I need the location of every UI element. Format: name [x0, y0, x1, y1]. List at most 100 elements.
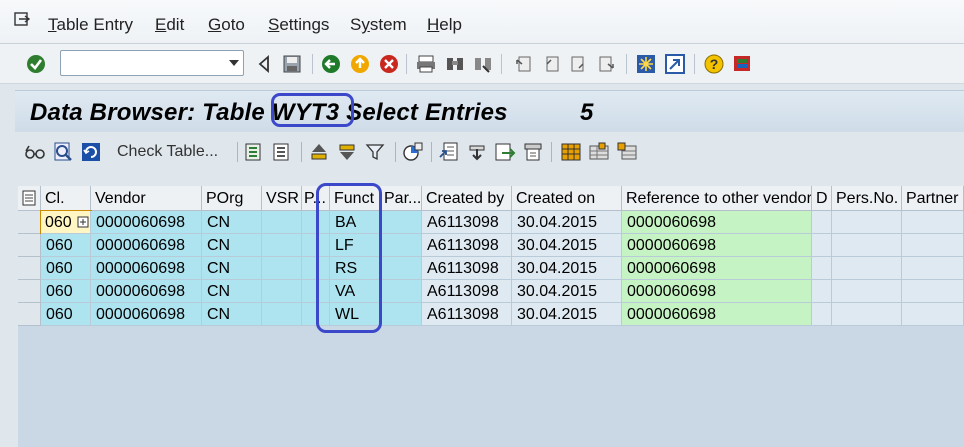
table-cell-funct[interactable]: VA — [330, 280, 380, 303]
spreadsheet-icon[interactable] — [493, 140, 517, 164]
col-header-p[interactable]: P... — [302, 186, 330, 211]
glasses-icon[interactable] — [23, 140, 47, 164]
table-cell-created-by[interactable]: A6113098 — [422, 303, 512, 326]
table-cell-p[interactable] — [302, 234, 330, 257]
select-all-column-icon[interactable] — [18, 186, 41, 211]
table-cell-par[interactable] — [380, 280, 422, 303]
table-cell-d[interactable] — [812, 211, 832, 234]
back-green-icon[interactable] — [319, 52, 343, 76]
table-cell-reference-vendor[interactable]: 0000060698 — [622, 303, 812, 326]
row-selector[interactable] — [18, 280, 41, 303]
find-icon[interactable] — [443, 52, 467, 76]
table-cell-vsr[interactable] — [262, 280, 302, 303]
col-header-par[interactable]: Par... — [380, 186, 422, 211]
table-cell-porg[interactable]: CN — [202, 257, 262, 280]
table-cell-client[interactable]: 060 — [40, 210, 92, 235]
back-icon[interactable] — [252, 52, 276, 76]
new-session-icon[interactable] — [634, 52, 658, 76]
check-table-button[interactable]: Check Table... — [117, 143, 218, 161]
deselect-all-icon[interactable] — [269, 140, 293, 164]
table-cell-partner[interactable] — [902, 303, 964, 326]
table-cell-partner[interactable] — [902, 257, 964, 280]
table-cell-porg[interactable]: CN — [202, 303, 262, 326]
col-header-vsr[interactable]: VSR — [262, 186, 302, 211]
table-cell-d[interactable] — [812, 303, 832, 326]
print-preview-icon[interactable] — [521, 140, 545, 164]
download-icon[interactable] — [465, 140, 489, 164]
table-cell-funct[interactable]: BA — [330, 211, 380, 234]
table-cell-pers-no[interactable] — [832, 303, 902, 326]
row-selector[interactable] — [18, 234, 41, 257]
col-header-vendor[interactable]: Vendor — [91, 186, 202, 211]
table-cell-client[interactable]: 060 — [41, 257, 91, 280]
exit-icon[interactable] — [348, 52, 372, 76]
table-cell-partner[interactable] — [902, 280, 964, 303]
refresh-icon[interactable] — [79, 140, 103, 164]
table-cell-funct[interactable]: RS — [330, 257, 380, 280]
chevron-down-icon[interactable] — [229, 60, 239, 66]
table-cell-client[interactable]: 060 — [41, 303, 91, 326]
sort-descending-icon[interactable] — [335, 140, 359, 164]
print-icon[interactable] — [414, 52, 438, 76]
row-selector[interactable] — [18, 211, 41, 234]
next-page-icon[interactable] — [567, 52, 591, 76]
table-cell-reference-vendor[interactable]: 0000060698 — [622, 280, 812, 303]
table-cell-porg[interactable]: CN — [202, 234, 262, 257]
table-cell-vendor[interactable]: 0000060698 — [91, 303, 202, 326]
table-cell-vendor[interactable]: 0000060698 — [91, 280, 202, 303]
save-icon[interactable] — [280, 52, 304, 76]
table-cell-partner[interactable] — [902, 234, 964, 257]
table-cell-porg[interactable]: CN — [202, 211, 262, 234]
col-header-created-on[interactable]: Created on — [512, 186, 622, 211]
shortcut-icon[interactable] — [663, 52, 687, 76]
first-page-icon[interactable] — [511, 52, 535, 76]
table-cell-vendor[interactable]: 0000060698 — [91, 211, 202, 234]
table-cell-d[interactable] — [812, 257, 832, 280]
col-header-funct[interactable]: Funct — [330, 186, 380, 211]
row-selector[interactable] — [18, 303, 41, 326]
table-cell-d[interactable] — [812, 280, 832, 303]
table-cell-created-on[interactable]: 30.04.2015 — [512, 303, 622, 326]
col-header-created-by[interactable]: Created by — [422, 186, 512, 211]
col-header-client[interactable]: Cl. — [41, 186, 91, 211]
filter-icon[interactable] — [363, 140, 387, 164]
menu-help[interactable]: Help — [427, 15, 462, 35]
table-cell-par[interactable] — [380, 211, 422, 234]
table-cell-vendor[interactable]: 0000060698 — [91, 234, 202, 257]
table-cell-d[interactable] — [812, 234, 832, 257]
table-cell-vsr[interactable] — [262, 211, 302, 234]
table-cell-par[interactable] — [380, 303, 422, 326]
col-header-partner[interactable]: Partner — [902, 186, 964, 211]
table-cell-funct[interactable]: WL — [330, 303, 380, 326]
table-cell-created-on[interactable]: 30.04.2015 — [512, 280, 622, 303]
table-cell-p[interactable] — [302, 280, 330, 303]
help-icon[interactable]: ? — [702, 52, 726, 76]
table-cell-created-on[interactable]: 30.04.2015 — [512, 234, 622, 257]
select-all-icon[interactable] — [241, 140, 265, 164]
menu-settings[interactable]: Settings — [268, 15, 329, 35]
table-cell-client[interactable]: 060 — [41, 234, 91, 257]
sort-ascending-icon[interactable] — [307, 140, 331, 164]
col-header-porg[interactable]: POrg — [202, 186, 262, 211]
menu-goto[interactable]: Goto — [208, 15, 245, 35]
table-cell-created-by[interactable]: A6113098 — [422, 280, 512, 303]
last-page-icon[interactable] — [595, 52, 619, 76]
table-cell-reference-vendor[interactable]: 0000060698 — [622, 211, 812, 234]
prev-page-icon[interactable] — [539, 52, 563, 76]
cancel-icon[interactable] — [377, 52, 401, 76]
table-cell-pers-no[interactable] — [832, 257, 902, 280]
col-header-d[interactable]: D — [812, 186, 832, 211]
table-cell-created-by[interactable]: A6113098 — [422, 211, 512, 234]
col-header-pers-no[interactable]: Pers.No. — [832, 186, 902, 211]
menu-table-entry[interactable]: Table Entry — [48, 15, 133, 35]
table-cell-reference-vendor[interactable]: 0000060698 — [622, 257, 812, 280]
table-cell-pers-no[interactable] — [832, 211, 902, 234]
menu-edit[interactable]: Edit — [155, 15, 184, 35]
table-cell-created-by[interactable]: A6113098 — [422, 234, 512, 257]
row-selector[interactable] — [18, 257, 41, 280]
table-cell-par[interactable] — [380, 234, 422, 257]
table-cell-p[interactable] — [302, 257, 330, 280]
table-cell-vsr[interactable] — [262, 234, 302, 257]
find-next-icon[interactable] — [471, 52, 495, 76]
table-cell-funct[interactable]: LF — [330, 234, 380, 257]
